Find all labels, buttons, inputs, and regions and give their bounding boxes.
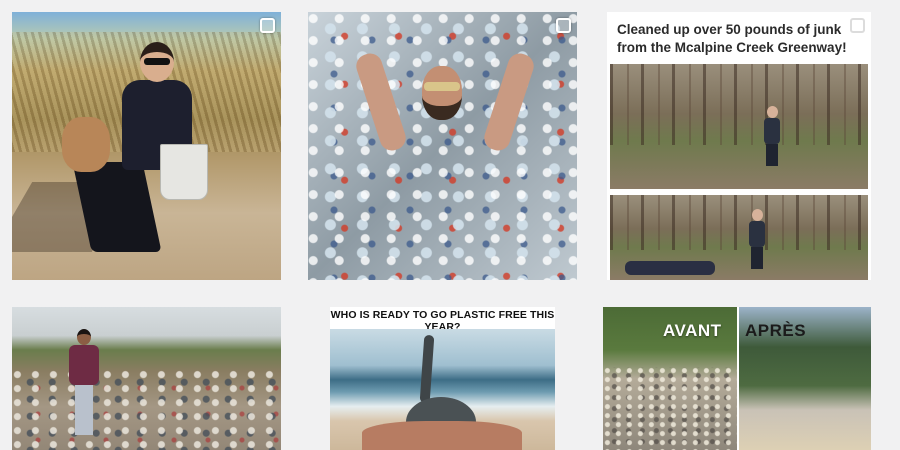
post-plastic-free-turtle[interactable]: WHO IS READY TO GO PLASTIC FREE THIS YEA… <box>330 307 555 450</box>
volunteer-figure <box>72 42 197 252</box>
multiple-images-icon <box>556 18 571 33</box>
person-in-bottles <box>353 42 537 192</box>
beach-scene <box>330 329 555 450</box>
before-photo: AVANT <box>603 307 737 450</box>
multiple-images-icon <box>850 18 865 33</box>
multiple-images-icon <box>260 18 275 33</box>
after-label: APRÈS <box>745 321 807 340</box>
post-plastic-bottles[interactable] <box>308 12 577 280</box>
post-beach-cleanup[interactable] <box>12 12 281 280</box>
post-before-after[interactable]: AVANT APRÈS <box>603 307 871 450</box>
greenway-photo-before <box>610 64 868 189</box>
hand <box>362 421 522 450</box>
person-standing <box>67 329 101 439</box>
collection-sack <box>62 117 110 172</box>
garbage-field <box>12 369 281 450</box>
post-dump-site[interactable] <box>12 307 281 450</box>
before-label: AVANT <box>663 321 722 340</box>
greenway-photo-after <box>610 195 868 280</box>
after-photo: APRÈS <box>739 307 871 450</box>
bucket <box>160 144 208 200</box>
post-caption: Cleaned up over 50 pounds of junk from t… <box>617 22 847 55</box>
trash-bags <box>625 261 715 275</box>
post-greenway-cleanup[interactable]: Cleaned up over 50 pounds of junk from t… <box>607 12 871 280</box>
